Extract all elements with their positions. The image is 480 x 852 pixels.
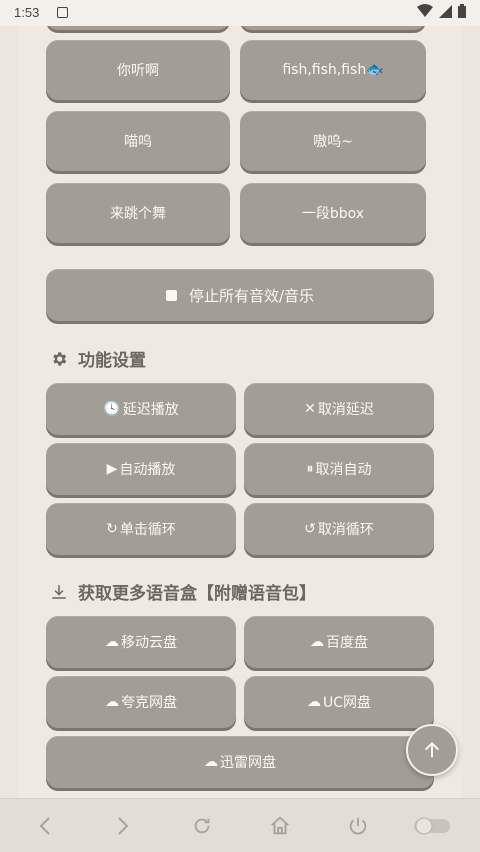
play-icon: ▶ [106,461,118,477]
baidu-pan-button[interactable]: ☁ 百度盘 [244,616,434,668]
sound-button[interactable]: 你听啊 [46,40,230,100]
sound-button[interactable]: 来跳个舞 [46,183,230,243]
forward-icon [118,817,129,835]
pause-icon: ⏸ [306,461,314,477]
sound-button-label: 一段bbox [301,206,365,222]
sound-button[interactable]: 一段bbox [240,183,426,243]
button-label: 取消自动 [315,462,372,478]
gear-icon [53,351,67,366]
wifi-icon [417,4,433,17]
button-label: 夸克网盘 [121,695,177,711]
back-icon [39,817,50,835]
delay-play-button[interactable]: 🕓 延迟播放 [46,383,236,435]
cancel-loop-button[interactable]: ↺ 取消循环 [244,503,434,555]
cloud-icon: ☁ [105,694,119,710]
sound-button[interactable]: fish,fish,fish🐟 [240,40,426,100]
signal-icon [439,4,452,18]
refresh-icon [194,818,210,834]
content-scroll[interactable]: 你听啊 fish,fish,fish🐟 喵呜 嗷呜~ 来跳个舞 一段bbox 停… [0,26,480,798]
download-section-label: 获取更多语音盒【附赠语音包】 [78,584,316,604]
single-loop-button[interactable]: ↻ 单击循环 [46,503,236,555]
button-label: 移动云盘 [121,635,177,651]
cloud-icon: ☁ [204,754,218,770]
button-label: UC网盘 [322,695,372,711]
sound-button-label: fish,fish,fish🐟 [282,62,384,78]
button-label: 延迟播放 [122,402,179,418]
sound-button-label: 来跳个舞 [110,206,166,222]
stop-all-label: 停止所有音效/音乐 [188,286,315,305]
button-label: 自动播放 [119,462,176,478]
cloud-icon: ☁ [310,634,324,650]
redo-icon: ↻ [106,521,118,537]
scroll-top-button[interactable] [406,724,458,776]
cancel-auto-button[interactable]: ⏸ 取消自动 [244,443,434,495]
button-label: 百度盘 [326,635,368,651]
cancel-delay-button[interactable]: ✕ 取消延迟 [244,383,434,435]
button-label: 取消延迟 [317,402,374,418]
battery-icon [458,4,466,18]
button-label: 取消循环 [317,522,374,538]
home-icon [271,816,289,835]
uc-pan-button[interactable]: ☁ UC网盘 [244,676,434,728]
mobile-cloud-button[interactable]: ☁ 移动云盘 [46,616,236,668]
auto-play-button[interactable]: ▶ 自动播放 [46,443,236,495]
function-section-label: 功能设置 [78,351,146,371]
sound-button-label: 你听啊 [117,63,159,79]
sound-button-cut-left[interactable] [46,26,230,30]
notification-icon [57,7,68,18]
xunlei-pan-button[interactable]: ☁ 迅雷网盘 [46,736,434,788]
power-button[interactable] [345,813,371,839]
download-icon [52,584,66,599]
status-bar: 1:53 [0,0,480,26]
sound-button-cut-right[interactable] [240,26,426,30]
button-label: 迅雷网盘 [220,755,276,771]
stop-all-button[interactable]: 停止所有音效/音乐 [46,269,434,321]
cloud-icon: ☁ [306,694,321,710]
sound-button-label: 嗷呜~ [313,134,353,150]
status-icons [417,4,466,18]
undo-icon: ↺ [304,521,316,537]
power-icon [349,817,367,835]
sound-button-label: 喵呜 [124,134,152,150]
sound-button[interactable]: 喵呜 [46,111,230,171]
cloud-icon: ☁ [105,634,119,650]
download-section-title: 获取更多语音盒【附赠语音包】 [50,579,316,604]
quark-pan-button[interactable]: ☁ 夸克网盘 [46,676,236,728]
clock-icon: 🕓 [103,401,121,417]
sound-button[interactable]: 嗷呜~ [240,111,426,171]
home-button[interactable] [267,813,293,839]
bottom-nav [0,798,480,852]
button-label: 单击循环 [119,522,176,538]
back-button[interactable] [32,813,58,839]
close-icon: ✕ [304,401,316,417]
toggle-button[interactable] [412,813,452,839]
function-section-title: 功能设置 [50,346,146,371]
toggle-icon [414,817,450,835]
arrow-up-icon [425,742,439,758]
forward-button[interactable] [110,813,136,839]
stop-icon [165,289,177,301]
status-time: 1:53 [14,5,40,20]
refresh-button[interactable] [189,813,215,839]
